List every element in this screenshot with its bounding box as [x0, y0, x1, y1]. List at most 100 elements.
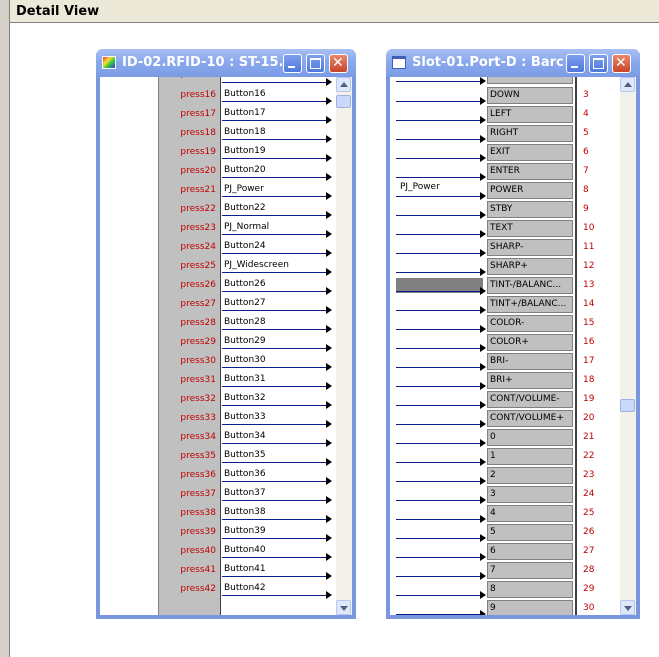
list-item[interactable]: COLOR+ 16 — [390, 334, 620, 353]
list-item[interactable]: press25 PJ_Widescreen — [100, 258, 336, 277]
minimize-button[interactable] — [283, 54, 302, 73]
button-label: Button24 — [224, 241, 266, 251]
vertical-scrollbar[interactable] — [336, 77, 352, 615]
scroll-thumb[interactable] — [620, 399, 635, 412]
list-item[interactable]: press36 Button36 — [100, 467, 336, 486]
list-item[interactable]: COLOR- 15 — [390, 315, 620, 334]
list-item[interactable]: DOWN 3 — [390, 87, 620, 106]
list-item-partial[interactable]: press15 Button15 — [100, 77, 336, 86]
press-label: press33 — [180, 413, 216, 423]
maximize-button[interactable] — [589, 54, 608, 73]
list-item[interactable]: press27 Button27 — [100, 296, 336, 315]
list-item[interactable]: SHARP+ 12 — [390, 258, 620, 277]
arrow-line — [396, 120, 480, 121]
list-item[interactable]: CONT/VOLUME- 19 — [390, 391, 620, 410]
press-label: press22 — [180, 204, 216, 214]
list-item[interactable]: press23 PJ_Normal — [100, 220, 336, 239]
list-item[interactable]: RIGHT 5 — [390, 125, 620, 144]
arrow-head-icon — [326, 515, 332, 523]
list-item[interactable]: press21 PJ_Power — [100, 182, 336, 201]
command-cell: RIGHT — [487, 125, 573, 142]
list-item[interactable]: press16 Button16 — [100, 87, 336, 106]
list-item[interactable]: press20 Button20 — [100, 163, 336, 182]
list-item[interactable]: press33 Button33 — [100, 410, 336, 429]
button-label: Button15 — [224, 77, 266, 79]
list-item[interactable]: press24 Button24 — [100, 239, 336, 258]
list-item[interactable]: STBY 9 — [390, 201, 620, 220]
list-item[interactable]: BRI+ 18 — [390, 372, 620, 391]
list-item[interactable]: press19 Button19 — [100, 144, 336, 163]
arrow-line — [396, 272, 480, 273]
list-item[interactable]: 7 28 — [390, 562, 620, 581]
list-item[interactable]: press42 Button42 — [100, 581, 336, 600]
scroll-up-button[interactable] — [620, 77, 635, 92]
list-item[interactable]: SHARP- 11 — [390, 239, 620, 258]
window-title-bar[interactable]: ID-02.RFID-10 : ST-15... ✕ — [96, 49, 356, 77]
arrow-line — [222, 310, 326, 311]
list-item[interactable]: CONT/VOLUME+ 20 — [390, 410, 620, 429]
list-item[interactable]: press18 Button18 — [100, 125, 336, 144]
list-item[interactable]: press32 Button32 — [100, 391, 336, 410]
list-item[interactable]: press35 Button35 — [100, 448, 336, 467]
list-item[interactable]: 0 21 — [390, 429, 620, 448]
close-button[interactable]: ✕ — [329, 54, 348, 73]
arrow-line — [222, 120, 326, 121]
list-item[interactable]: 1 22 — [390, 448, 620, 467]
list-item[interactable]: 3 24 — [390, 486, 620, 505]
arrow-line — [396, 462, 480, 463]
list-item[interactable]: LEFT 4 — [390, 106, 620, 125]
list-item[interactable]: press22 Button22 — [100, 201, 336, 220]
arrow-line — [396, 538, 480, 539]
list-item[interactable]: press41 Button41 — [100, 562, 336, 581]
window-title-bar[interactable]: Slot-01.Port-D : Barco... ✕ — [386, 49, 640, 77]
minimize-button[interactable] — [566, 54, 585, 73]
list-item[interactable]: press28 Button28 — [100, 315, 336, 334]
arrow-line — [222, 576, 326, 577]
list-item[interactable]: press26 Button26 — [100, 277, 336, 296]
list-item[interactable]: press37 Button37 — [100, 486, 336, 505]
arrow-head-icon — [326, 211, 332, 219]
list-item[interactable]: 9 30 — [390, 600, 620, 615]
command-cell: UP — [487, 77, 573, 84]
command-cell: STBY — [487, 201, 573, 218]
list-item[interactable]: 2 23 — [390, 467, 620, 486]
list-item[interactable]: press31 Button31 — [100, 372, 336, 391]
list-item[interactable]: press29 Button29 — [100, 334, 336, 353]
arrow-line — [222, 177, 326, 178]
list-item[interactable]: 8 29 — [390, 581, 620, 600]
list-item[interactable]: press30 Button30 — [100, 353, 336, 372]
barco-port-window[interactable]: Slot-01.Port-D : Barco... ✕ UP 1 DOWN 3 LEFT… — [386, 49, 640, 619]
maximize-button[interactable] — [306, 54, 325, 73]
list-item[interactable]: press17 Button17 — [100, 106, 336, 125]
vertical-scrollbar[interactable] — [620, 77, 636, 615]
arrow-line — [222, 519, 326, 520]
scroll-down-button[interactable] — [620, 600, 635, 615]
list-item[interactable]: 6 27 — [390, 543, 620, 562]
arrow-line — [222, 82, 326, 83]
list-item[interactable]: press34 Button34 — [100, 429, 336, 448]
list-item-partial[interactable]: UP 1 — [390, 77, 620, 86]
list-item[interactable]: 4 25 — [390, 505, 620, 524]
command-number: 29 — [583, 584, 595, 594]
list-item[interactable]: press39 Button39 — [100, 524, 336, 543]
list-item[interactable]: 5 26 — [390, 524, 620, 543]
command-cell: 1 — [487, 448, 573, 465]
close-button[interactable]: ✕ — [612, 54, 631, 73]
scroll-down-button[interactable] — [336, 600, 351, 615]
rfid-device-window[interactable]: ID-02.RFID-10 : ST-15... ✕ press15 Button… — [96, 49, 356, 619]
scroll-up-button[interactable] — [336, 77, 351, 92]
window-client-area: UP 1 DOWN 3 LEFT 4 RIGHT 5 EXIT 6 ENTER 7 PJ_Power PO… — [390, 77, 636, 615]
arrow-head-icon — [326, 287, 332, 295]
list-item[interactable]: press40 Button40 — [100, 543, 336, 562]
scroll-thumb[interactable] — [336, 95, 351, 108]
list-item[interactable]: BRI- 17 — [390, 353, 620, 372]
list-item[interactable]: press38 Button38 — [100, 505, 336, 524]
arrow-line — [396, 595, 480, 596]
command-cell: TINT+/BALANC... — [487, 296, 573, 313]
list-item[interactable]: PJ_Power POWER 8 — [390, 182, 620, 201]
list-item[interactable]: TEXT 10 — [390, 220, 620, 239]
list-item[interactable]: TINT-/BALANC... 13 — [390, 277, 620, 296]
list-item[interactable]: EXIT 6 — [390, 144, 620, 163]
list-item[interactable]: TINT+/BALANC... 14 — [390, 296, 620, 315]
list-item[interactable]: ENTER 7 — [390, 163, 620, 182]
